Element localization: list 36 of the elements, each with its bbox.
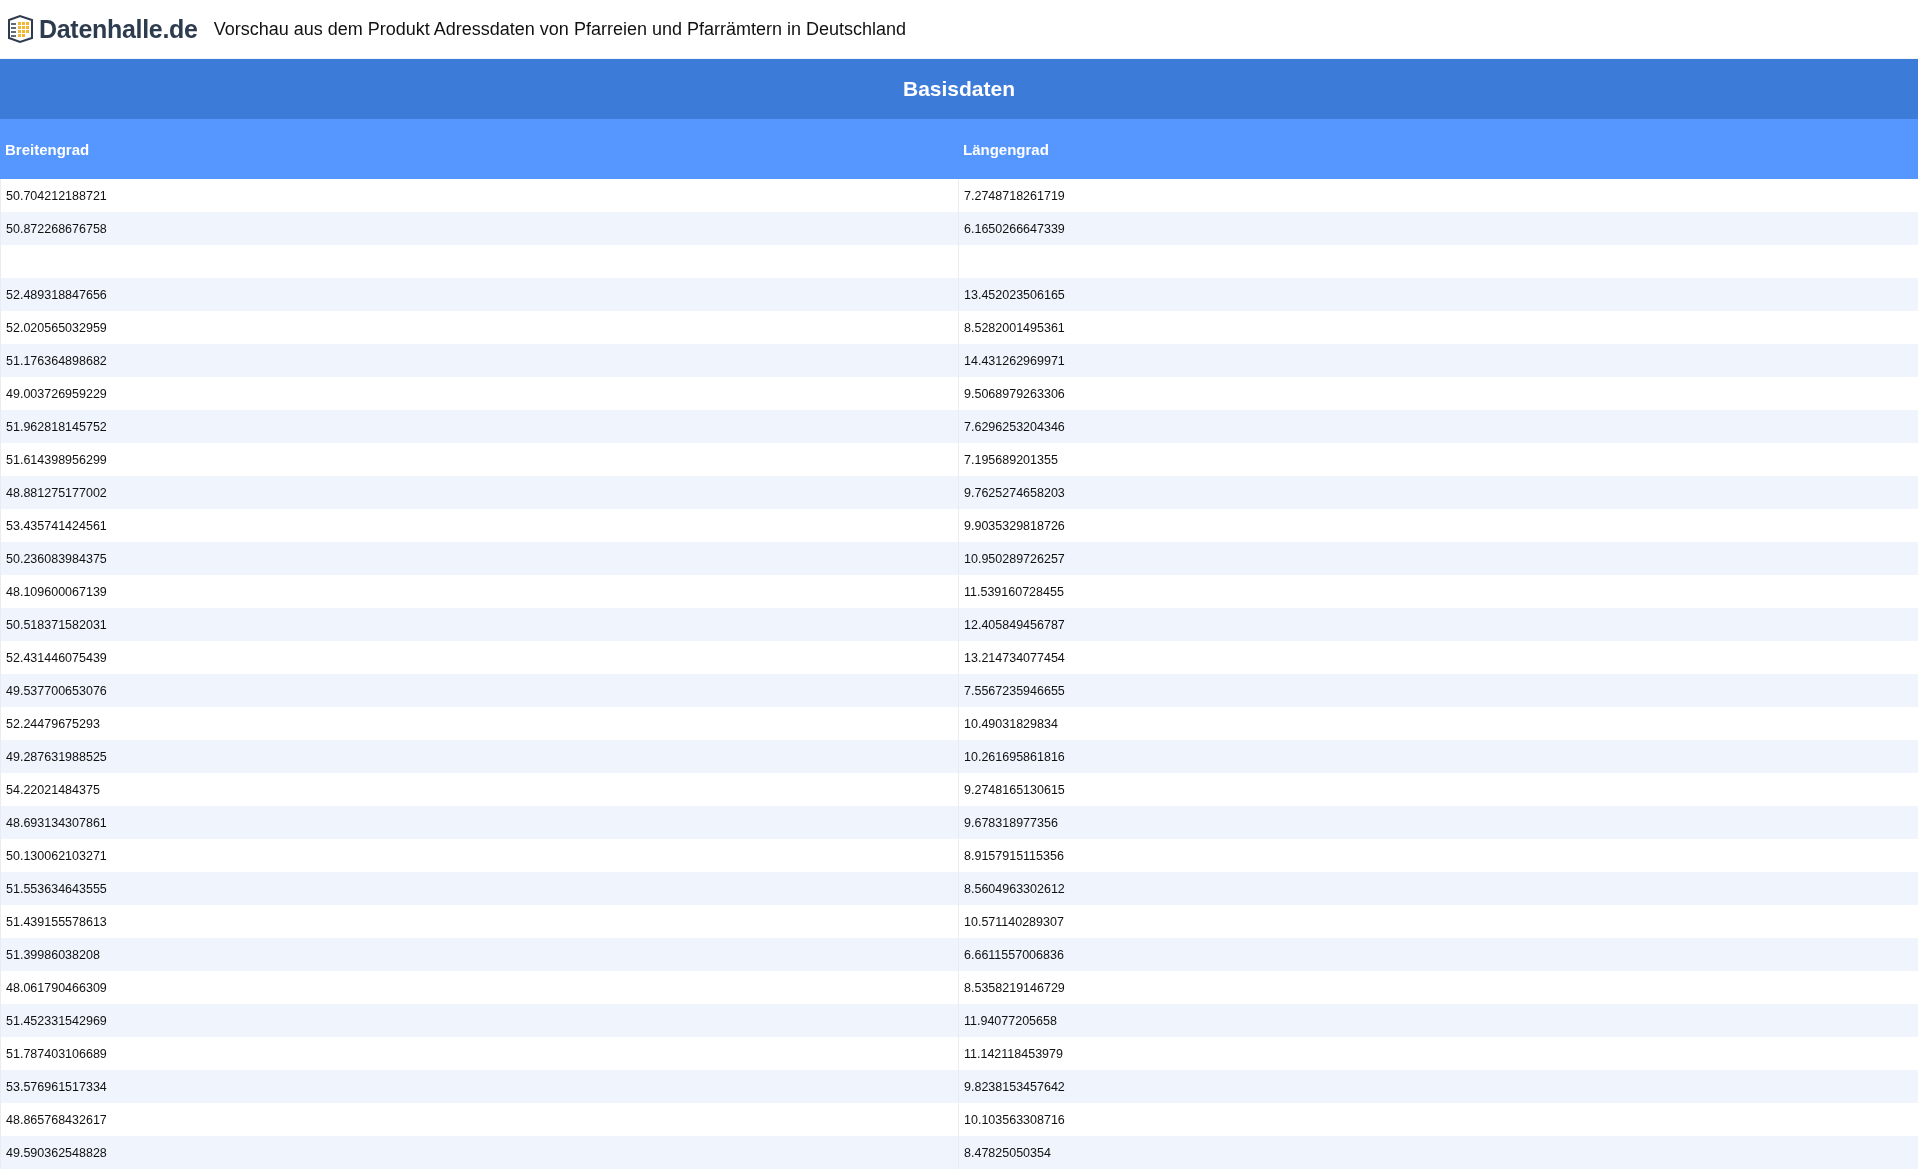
table-cell: 8.5604963302612 [958,872,1918,905]
table-cell: 13.452023506165 [958,278,1918,311]
table-cell: 48.693134307861 [0,806,958,839]
table-cell: 9.678318977356 [958,806,1918,839]
table-cell: 10.261695861816 [958,740,1918,773]
table-cell: 49.537700653076 [0,674,958,707]
table-cell: 6.6611557006836 [958,938,1918,971]
column-header: Breitengrad [4,139,91,160]
table-cell: 9.8238153457642 [958,1070,1918,1103]
table-cell: 8.47825050354 [958,1136,1918,1169]
table-cell: 9.7625274658203 [958,476,1918,509]
table-cell: 51.452331542969 [0,1004,958,1037]
table-cell: 10.950289726257 [958,542,1918,575]
table-caption: Basisdaten [0,59,1918,119]
table-cell: 52.489318847656 [0,278,958,311]
table-cell: 50.872268676758 [0,212,958,245]
table-cell: 12.405849456787 [958,608,1918,641]
table-cell: 49.287631988525 [0,740,958,773]
table-cell: 51.176364898682 [0,344,958,377]
table-cell: 53.576961517334 [0,1070,958,1103]
table-cell: 48.881275177002 [0,476,958,509]
table-cell: 11.94077205658 [958,1004,1918,1037]
table-cell: 50.518371582031 [0,608,958,641]
table-cell: 50.236083984375 [0,542,958,575]
page-title: Vorschau aus dem Produkt Adressdaten von Pfarreien und Pfarrämtern in Deutschland [213,18,907,40]
logo-text[interactable]: Datenhalle.de [39,14,198,44]
table-cell: 51.962818145752 [0,410,958,443]
table-cell: 7.5567235946655 [958,674,1918,707]
logo-icon [5,14,35,44]
table-cell: 49.590362548828 [0,1136,958,1169]
table-cell: 7.6296253204346 [958,410,1918,443]
table-cell: 51.553634643555 [0,872,958,905]
column-header: Längengrad [962,139,1050,160]
table-cell: 51.39986038208 [0,938,958,971]
table-cell: 14.431262969971 [958,344,1918,377]
table-cell: 6.1650266647339 [958,212,1918,245]
